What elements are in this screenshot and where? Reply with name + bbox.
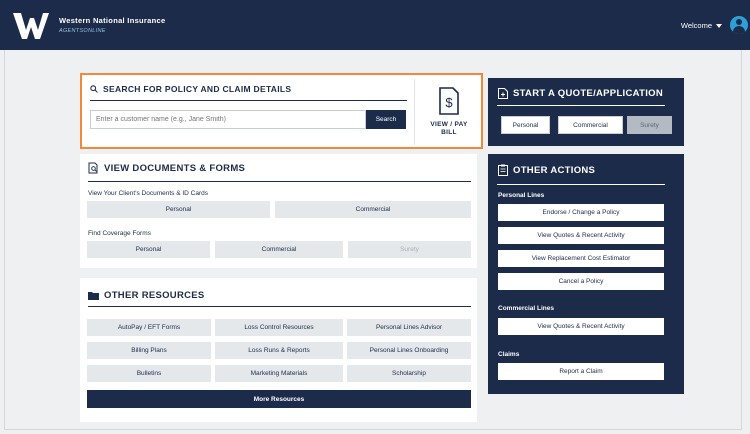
- resource-button[interactable]: Marketing Materials: [215, 365, 343, 382]
- quote-surety-button[interactable]: Surety: [627, 116, 672, 134]
- brand: Western National Insurance AGENTSONLINE: [59, 16, 165, 34]
- divider: [88, 306, 471, 307]
- brand-title: Western National Insurance: [59, 16, 166, 25]
- view-pay-bill-button[interactable]: $ VIEW / PAY BILL: [418, 81, 480, 143]
- resources-section-title: OTHER RESOURCES: [88, 290, 205, 301]
- quote-commercial-button[interactable]: Commercial: [558, 116, 623, 134]
- resources-title-text: OTHER RESOURCES: [104, 290, 205, 301]
- welcome-label: Welcome: [680, 21, 712, 30]
- search-button[interactable]: Search: [366, 110, 406, 129]
- documents-title-text: VIEW DOCUMENTS & FORMS: [104, 162, 246, 174]
- coverage-forms-surety-button[interactable]: Surety: [348, 241, 471, 258]
- avatar-body: [733, 26, 745, 34]
- caret-down-icon: [716, 23, 722, 28]
- other-resources-card: OTHER RESOURCES AutoPay / EFT Forms Loss…: [80, 278, 477, 422]
- divider: [497, 184, 665, 185]
- actions-title-text: OTHER ACTIONS: [513, 164, 596, 176]
- resource-button[interactable]: Loss Control Resources: [215, 319, 343, 336]
- document-search-icon: [88, 162, 98, 174]
- documents-forms-card: VIEW DOCUMENTS & FORMS View Your Client'…: [80, 154, 477, 268]
- quote-section-title: START A QUOTE/APPLICATION: [498, 88, 663, 99]
- client-documents-commercial-button[interactable]: Commercial: [275, 201, 471, 218]
- quote-personal-button[interactable]: Personal: [501, 116, 550, 134]
- divider: [88, 181, 471, 182]
- brand-subtitle: AGENTSONLINE: [59, 28, 106, 34]
- personal-lines-label: Personal Lines: [498, 192, 545, 199]
- welcome-menu[interactable]: Welcome: [681, 21, 722, 30]
- avatar-head: [736, 19, 742, 25]
- resource-button[interactable]: AutoPay / EFT Forms: [87, 319, 211, 336]
- resource-button[interactable]: Billing Plans: [87, 342, 211, 359]
- other-actions-card: OTHER ACTIONS Personal Lines Endorse / C…: [488, 154, 684, 394]
- customer-search-input[interactable]: [90, 110, 366, 129]
- coverage-forms-commercial-button[interactable]: Commercial: [215, 241, 343, 258]
- commercial-lines-label: Commercial Lines: [498, 305, 554, 312]
- vertical-divider: [414, 79, 415, 145]
- claims-label: Claims: [498, 351, 520, 358]
- divider: [90, 100, 407, 101]
- divider: [497, 105, 665, 106]
- actions-section-title: OTHER ACTIONS: [498, 164, 595, 176]
- cancel-policy-button[interactable]: Cancel a Policy: [498, 273, 664, 290]
- client-documents-label: View Your Client's Documents & ID Cards: [88, 190, 208, 197]
- search-title-text: SEARCH FOR POLICY AND CLAIM DETAILS: [103, 84, 292, 94]
- resource-button[interactable]: Loss Runs & Reports: [215, 342, 343, 359]
- quote-title-text: START A QUOTE/APPLICATION: [513, 88, 663, 99]
- personal-view-quotes-button[interactable]: View Quotes & Recent Activity: [498, 227, 664, 244]
- view-pay-bill-label: VIEW / PAY BILL: [430, 121, 468, 136]
- commercial-view-quotes-button[interactable]: View Quotes & Recent Activity: [498, 318, 664, 335]
- report-claim-button[interactable]: Report a Claim: [498, 363, 664, 380]
- policy-search-card: SEARCH FOR POLICY AND CLAIM DETAILS Sear…: [80, 73, 483, 149]
- more-resources-button[interactable]: More Resources: [87, 390, 471, 408]
- search-section-title: SEARCH FOR POLICY AND CLAIM DETAILS: [90, 84, 291, 94]
- new-document-icon: [498, 88, 508, 99]
- replacement-cost-estimator-button[interactable]: View Replacement Cost Estimator: [498, 250, 664, 267]
- bill-dollar-icon: $: [439, 87, 459, 115]
- documents-section-title: VIEW DOCUMENTS & FORMS: [88, 162, 245, 174]
- western-national-logo[interactable]: [13, 13, 49, 39]
- resource-button[interactable]: Scholarship: [347, 365, 471, 382]
- search-icon: [90, 85, 98, 93]
- coverage-forms-personal-button[interactable]: Personal: [87, 241, 210, 258]
- resource-button[interactable]: Bulletins: [87, 365, 211, 382]
- start-quote-card: START A QUOTE/APPLICATION Personal Comme…: [488, 78, 684, 146]
- endorse-change-policy-button[interactable]: Endorse / Change a Policy: [498, 204, 664, 221]
- resource-button[interactable]: Personal Lines Advisor: [347, 319, 471, 336]
- svg-text:$: $: [445, 95, 453, 110]
- user-avatar-icon[interactable]: [730, 16, 748, 34]
- client-documents-personal-button[interactable]: Personal: [87, 201, 270, 218]
- clipboard-icon: [498, 164, 508, 176]
- folder-icon: [88, 292, 99, 300]
- resource-button[interactable]: Personal Lines Onboarding: [347, 342, 471, 359]
- coverage-forms-label: Find Coverage Forms: [88, 230, 151, 237]
- top-navigation-bar: Western National Insurance AGENTSONLINE …: [0, 0, 750, 50]
